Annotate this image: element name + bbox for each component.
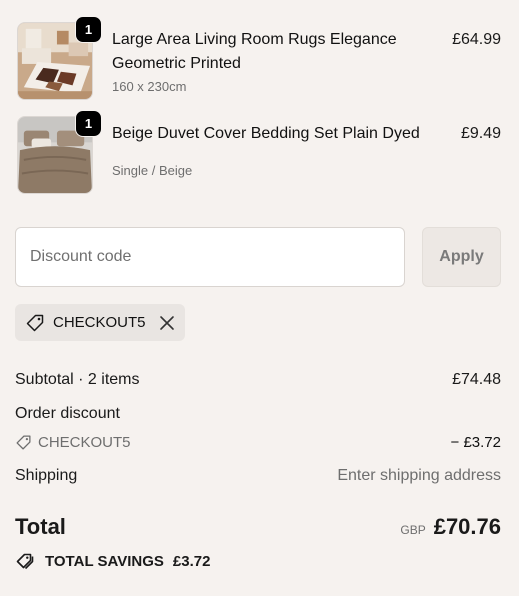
shipping-value: Enter shipping address [337,467,501,484]
subtotal-row: Subtotal · 2 items £74.48 [15,371,501,389]
total-label: Total [15,514,66,539]
shipping-row: Shipping Enter shipping address [15,467,501,485]
item-title: Large Area Living Room Rugs Elegance Geo… [112,31,397,72]
tag-icon [16,435,31,450]
discount-value: − £3.72 [450,434,501,451]
item-variant: Single / Beige [112,163,193,178]
applied-discount-code: CHECKOUT5 [53,314,146,331]
shipping-label: Shipping [15,467,78,484]
discount-code-row: CHECKOUT5 − £3.72 [15,434,501,451]
currency-code: GBP [400,523,426,537]
total-row: Total GBP £70.76 [15,514,501,544]
item-variant: 160 x 230cm [112,79,187,94]
total-savings: TOTAL SAVINGS £3.72 [15,551,210,571]
applied-discount-tag: CHECKOUT5 [15,304,185,341]
subtotal-value: £74.48 [452,371,501,388]
line-item: 1 Large Area Living Room Rugs Elegance G… [17,16,501,102]
quantity-badge: 1 [75,110,102,137]
item-title: Beige Duvet Cover Bedding Set Plain Dyed [112,125,420,142]
double-tag-icon [16,553,34,570]
discount-code-label: CHECKOUT5 [38,434,131,451]
discount-form: Apply [15,227,501,287]
order-discount-row: Order discount [15,405,501,423]
item-price: £64.99 [452,31,501,48]
order-discount-label: Order discount [15,405,120,422]
apply-button[interactable]: Apply [422,227,501,287]
discount-code-input[interactable] [15,227,405,287]
close-icon[interactable] [159,315,175,331]
quantity-badge: 1 [75,16,102,43]
tag-icon [26,314,44,331]
savings-label: TOTAL SAVINGS [45,552,164,570]
subtotal-label: Subtotal · 2 items [15,371,140,388]
savings-amount: £3.72 [172,552,211,570]
line-item: 1 Beige Duvet Cover Bedding Set Plain Dy… [17,110,501,196]
total-amount: £70.76 [433,514,501,539]
item-price: £9.49 [460,125,501,142]
